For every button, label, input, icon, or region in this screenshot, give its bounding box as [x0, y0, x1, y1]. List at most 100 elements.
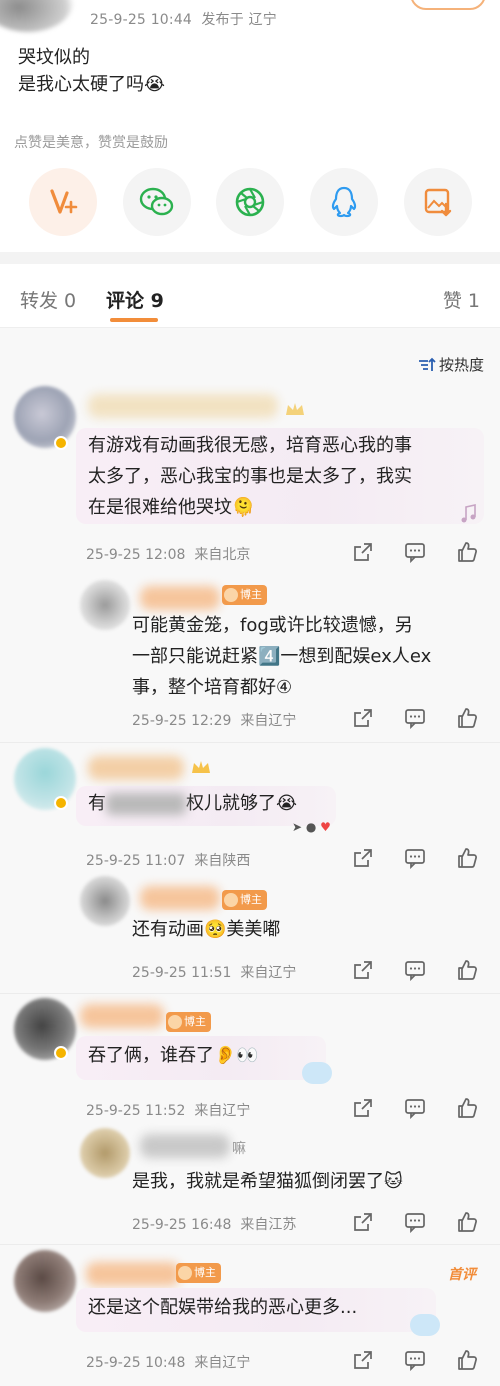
- moments-share-button[interactable]: [216, 168, 284, 236]
- post-body-line: 哭坟似的: [18, 47, 90, 68]
- sort-button[interactable]: 按热度: [418, 354, 484, 375]
- replier-avatar[interactable]: [80, 580, 130, 630]
- like-icon[interactable]: [456, 1211, 478, 1233]
- commenter-name[interactable]: [88, 394, 278, 418]
- music-note-icon: [458, 503, 482, 523]
- author-avatar[interactable]: [0, 0, 74, 32]
- reply-icon[interactable]: [404, 847, 426, 869]
- comment-text-line: 有游戏有动画我很无感，培育恶心我的事: [88, 435, 412, 456]
- censored-blur: [106, 793, 186, 815]
- qq-icon: [331, 186, 357, 218]
- post-time: 25-9-25 10:44 发布于 辽宁: [90, 12, 278, 28]
- comment-text[interactable]: 有 权儿就够了😭: [88, 788, 297, 819]
- share-icon[interactable]: [352, 959, 374, 981]
- comment-meta: 25-9-25 12:08 来自北京: [86, 544, 250, 564]
- commenter-name[interactable]: [80, 1004, 164, 1028]
- share-icon[interactable]: [352, 707, 374, 729]
- comment-text-start: 有: [88, 793, 106, 814]
- reply-text-line: 事，整个培育都好④: [132, 677, 293, 698]
- reward-hint: 点赞是美意，赞赏是鼓励: [14, 135, 168, 151]
- reply-meta: 25-9-25 12:29 来自辽宁: [132, 710, 296, 730]
- reply-icon[interactable]: [404, 959, 426, 981]
- save-image-icon: [424, 188, 452, 217]
- crown-icon: [284, 400, 308, 420]
- share-row: [0, 168, 500, 238]
- like-icon[interactable]: [456, 847, 478, 869]
- active-tab-indicator: [110, 318, 158, 322]
- comment-time: 25-9-25 10:48: [86, 1355, 186, 1371]
- host-badge: 博主: [166, 1012, 211, 1032]
- commenter-name[interactable]: [88, 756, 184, 780]
- comment-text-line: 在是很难给他哭坟🫠: [88, 497, 255, 518]
- replier-name[interactable]: [140, 1134, 230, 1158]
- reply-location: 来自江苏: [240, 1217, 297, 1233]
- comment-divider: [0, 993, 500, 994]
- comment-location: 来自陕西: [194, 853, 251, 869]
- section-gap: [0, 252, 500, 264]
- like-icon[interactable]: [456, 707, 478, 729]
- comment-time: 25-9-25 11:52: [86, 1103, 186, 1119]
- replier-avatar[interactable]: [80, 1128, 130, 1178]
- reply-icon[interactable]: [404, 541, 426, 563]
- commenter-avatar[interactable]: [14, 1250, 76, 1312]
- share-icon[interactable]: [352, 541, 374, 563]
- like-icon[interactable]: [456, 959, 478, 981]
- post-location: 发布于 辽宁: [201, 12, 278, 28]
- wechat-share-button[interactable]: [123, 168, 191, 236]
- reply-icon[interactable]: [404, 1211, 426, 1233]
- reply-icon[interactable]: [404, 1097, 426, 1119]
- share-icon[interactable]: [352, 847, 374, 869]
- comment-meta: 25-9-25 10:48 来自辽宁: [86, 1352, 250, 1372]
- post-meta: 25-9-25 10:44 发布于 辽宁: [0, 0, 500, 40]
- comment-text[interactable]: 有游戏有动画我很无感，培育恶心我的事 太多了，恶心我宝的事也是太多了，我实 在是…: [88, 430, 480, 523]
- replier-name-fragment: 嘛: [232, 1141, 246, 1157]
- reply-icon[interactable]: [404, 707, 426, 729]
- bubble-decoration: [302, 1062, 332, 1084]
- v-plus-icon: [50, 189, 78, 214]
- post-body-line: 是我心太硬了吗😭: [18, 74, 166, 95]
- sort-label: 按热度: [438, 356, 484, 374]
- reply-text-line: 可能黄金笼，fog或许比较遗憾，另: [132, 615, 413, 636]
- share-icon[interactable]: [352, 1349, 374, 1371]
- share-icon[interactable]: [352, 1211, 374, 1233]
- host-badge: 博主: [222, 890, 267, 910]
- post-body: 哭坟似的 是我心太硬了吗😭: [18, 44, 165, 98]
- reply-time: 25-9-25 11:51: [132, 965, 232, 981]
- replier-avatar[interactable]: [80, 876, 130, 926]
- qq-share-button[interactable]: [310, 168, 378, 236]
- tab-comment[interactable]: 评论 9: [106, 286, 164, 313]
- comment-text[interactable]: 吞了俩，谁吞了👂👀: [88, 1040, 259, 1071]
- comment-meta: 25-9-25 11:52 来自辽宁: [86, 1100, 250, 1120]
- v-plus-button[interactable]: [29, 168, 97, 236]
- replier-name[interactable]: [140, 886, 220, 910]
- comment-text[interactable]: 还是这个配娱带给我的恶心更多...: [88, 1292, 357, 1323]
- reply-text[interactable]: 可能黄金笼，fog或许比较遗憾，另 一部只能说赶紧4️⃣一想到配娱ex人ex 事…: [132, 610, 484, 703]
- vip-badge: [54, 436, 68, 450]
- like-icon[interactable]: [456, 1097, 478, 1119]
- reply-text[interactable]: 还有动画🥺美美嘟: [132, 914, 280, 945]
- host-badge: 博主: [176, 1263, 221, 1283]
- commenter-name[interactable]: [86, 1262, 180, 1286]
- reply-icon[interactable]: [404, 1349, 426, 1371]
- host-badge: 博主: [222, 585, 267, 605]
- tab-like[interactable]: 赞 1: [443, 286, 480, 313]
- replier-name[interactable]: [140, 586, 220, 610]
- reply-location: 来自辽宁: [240, 713, 297, 729]
- like-icon[interactable]: [456, 541, 478, 563]
- comment-time: 25-9-25 11:07: [86, 853, 186, 869]
- comment-meta: 25-9-25 11:07 来自陕西: [86, 850, 250, 870]
- reply-meta: 25-9-25 16:48 来自江苏: [132, 1214, 296, 1234]
- reply-text-line: 一部只能说赶紧4️⃣一想到配娱ex人ex: [132, 646, 432, 667]
- comment-divider: [0, 1244, 500, 1245]
- reply-time: 25-9-25 16:48: [132, 1217, 232, 1233]
- reply-text[interactable]: 是我，我就是希望猫狐倒闭罢了🐱: [132, 1166, 403, 1197]
- save-image-button[interactable]: [404, 168, 472, 236]
- follow-button[interactable]: [410, 0, 486, 10]
- wechat-icon: [139, 187, 174, 216]
- comment-text-line: 太多了，恶心我宝的事也是太多了，我实: [88, 466, 412, 487]
- comment-location: 来自辽宁: [194, 1355, 251, 1371]
- tab-bar: 转发 0 评论 9 赞 1: [0, 266, 500, 328]
- like-icon[interactable]: [456, 1349, 478, 1371]
- tab-repost[interactable]: 转发 0: [20, 286, 76, 313]
- share-icon[interactable]: [352, 1097, 374, 1119]
